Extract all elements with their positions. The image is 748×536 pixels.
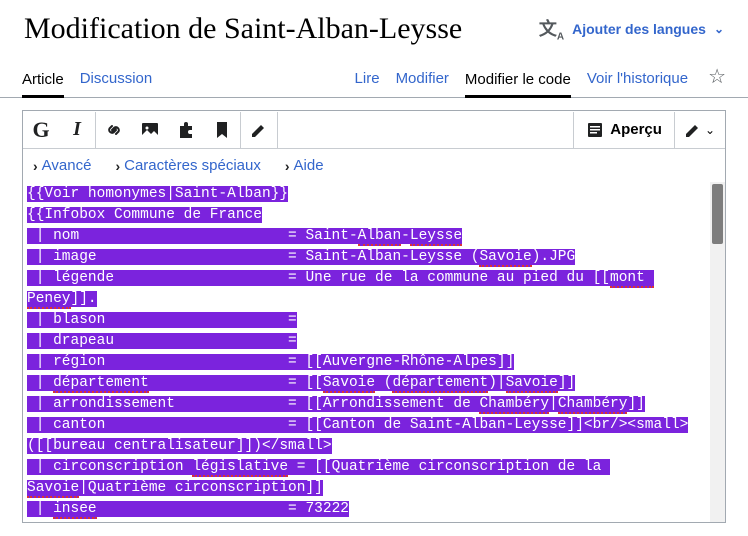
link-icon [103,119,125,141]
pencil-icon [249,120,269,140]
bookmark-button[interactable] [204,112,240,148]
bookmark-icon [213,120,231,140]
puzzle-icon [176,120,196,140]
edit-button[interactable] [241,112,277,148]
tab-edit[interactable]: Modifier [396,60,449,97]
special-chars-toggle[interactable]: › Caractères spéciaux [115,157,260,174]
advanced-toggle[interactable]: › Avancé [33,157,91,174]
scrollbar-thumb[interactable] [712,184,723,244]
bold-button[interactable]: G [23,112,59,148]
tab-edit-source[interactable]: Modifier le code [465,61,571,98]
page-title: Modification de Saint-Alban-Leysse [24,12,462,46]
special-chars-label: Caractères spéciaux [124,157,261,174]
editor-mode-button[interactable]: ⌄ [677,120,721,140]
scrollbar[interactable] [710,182,725,522]
article-icon [586,121,604,139]
translate-icon: 文A [539,15,564,43]
separator [573,112,574,148]
advanced-label: Avancé [42,157,92,174]
chevron-right-icon: › [33,158,38,174]
tab-history[interactable]: Voir l'historique [587,60,688,97]
link-button[interactable] [96,112,132,148]
source-editor[interactable]: {{Voir homonymes|Saint-Alban}} {{Infobox… [23,182,725,522]
chevron-down-icon: ⌄ [705,123,715,137]
image-button[interactable] [132,112,168,148]
editor-toolbar: G I Aperçu [23,111,725,149]
lang-label: Ajouter des langues [572,21,706,37]
tab-read[interactable]: Lire [355,60,380,97]
chevron-down-icon: ⌄ [714,22,724,36]
image-icon [140,120,160,140]
chevron-right-icon: › [285,158,290,174]
tab-article[interactable]: Article [22,61,64,98]
help-label: Aide [294,157,324,174]
reference-button[interactable] [168,112,204,148]
preview-button[interactable]: Aperçu [576,121,672,139]
watch-star-icon[interactable]: ☆ [708,64,726,97]
preview-label: Aperçu [610,121,662,138]
help-toggle[interactable]: › Aide [285,157,324,174]
editor-sub-toolbar: › Avancé › Caractères spéciaux › Aide [23,149,725,182]
italic-button[interactable]: I [59,112,95,148]
pen-icon [683,120,703,140]
language-selector[interactable]: 文A Ajouter des langues ⌄ [539,15,724,43]
separator [674,112,675,148]
tab-discussion[interactable]: Discussion [80,60,153,97]
separator [277,112,278,148]
chevron-right-icon: › [115,158,120,174]
editor-container: G I Aperçu [22,110,726,523]
